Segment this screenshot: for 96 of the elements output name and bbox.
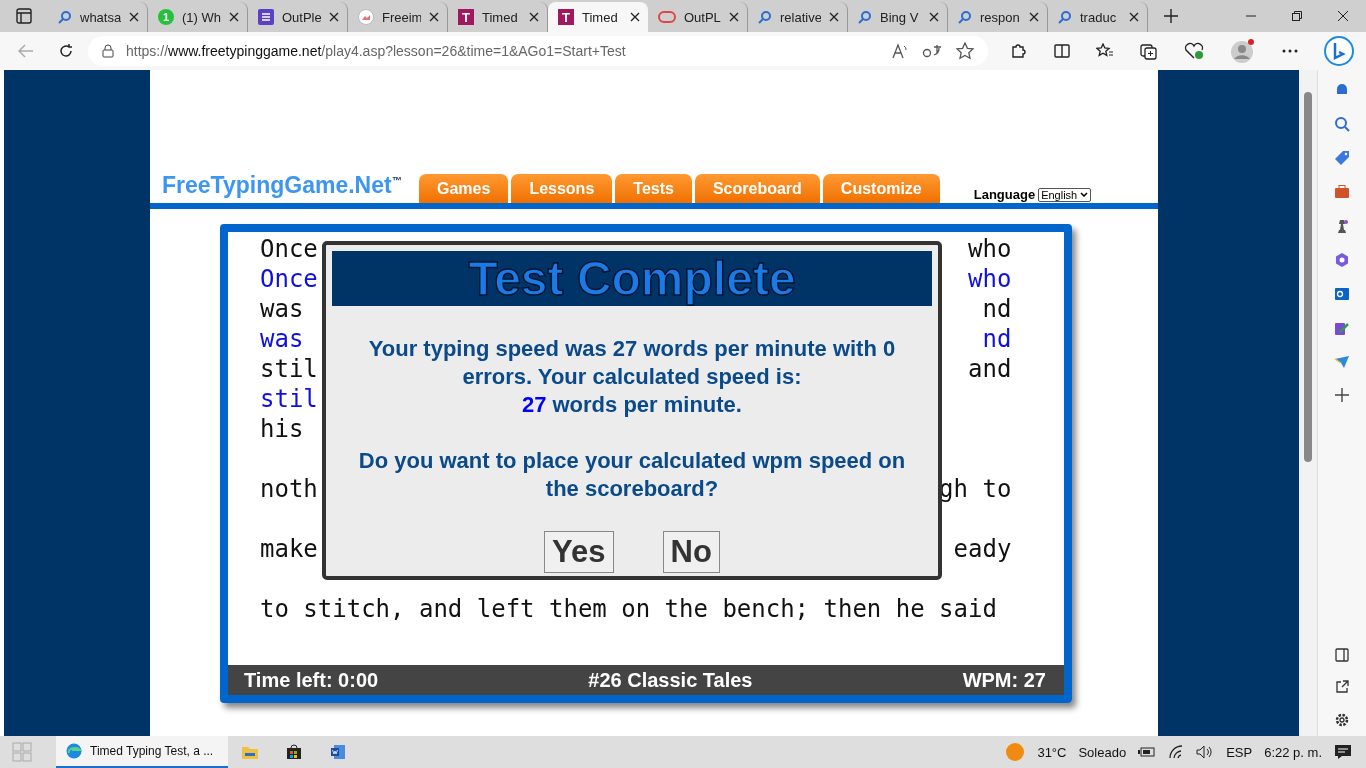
text-line: to stitch, and left them on the bench; then he said: [260, 594, 997, 624]
mail-icon[interactable]: [1334, 286, 1350, 302]
search-icon: [58, 10, 72, 24]
search-icon: [858, 10, 872, 24]
wifi-icon[interactable]: [1168, 745, 1185, 759]
text-line: gh to: [939, 474, 1012, 504]
notification-icon[interactable]: [1334, 744, 1352, 760]
tab-actions-icon[interactable]: [16, 8, 32, 24]
close-icon: [929, 12, 939, 22]
health-icon[interactable]: [1184, 42, 1204, 60]
taskbar-app[interactable]: Timed Typing Test, a ...: [56, 736, 228, 768]
search-icon[interactable]: [1334, 116, 1350, 132]
close-icon: [329, 12, 339, 22]
lesson-title: #26 Classic Tales: [588, 668, 753, 692]
close-icon[interactable]: [1338, 11, 1348, 21]
close-icon: [1129, 12, 1139, 22]
text-line: stil: [260, 354, 318, 384]
text-line: eady: [953, 534, 1012, 564]
favorites-icon[interactable]: [1096, 43, 1114, 59]
browser-icon: [66, 743, 82, 759]
search-icon: [1058, 10, 1072, 24]
text-line: stil: [260, 384, 318, 414]
sidebar-layout-icon[interactable]: [1335, 648, 1349, 662]
search-icon: [758, 10, 772, 24]
external-link-icon[interactable]: [1335, 680, 1349, 694]
close-icon: [229, 12, 239, 22]
site-logo-icon: T: [458, 9, 474, 25]
split-screen-icon[interactable]: [1054, 43, 1070, 59]
collections-icon[interactable]: [1140, 42, 1158, 60]
document-icon[interactable]: [330, 744, 346, 760]
store-bag-icon[interactable]: [286, 744, 302, 760]
question-text: Do you want to place your calculated wpm speed on the scoreboard?: [357, 447, 907, 503]
read-aloud-icon: [892, 43, 908, 59]
chat-assistant-icon[interactable]: [1324, 36, 1354, 66]
lock-icon: [102, 44, 114, 58]
text-line: nd: [982, 294, 1012, 324]
clock-text[interactable]: 6:22 p. m.: [1264, 744, 1322, 760]
battery-icon[interactable]: [1138, 746, 1157, 758]
text-line: Once: [260, 234, 318, 264]
text-line: his: [260, 414, 304, 444]
pen-icon[interactable]: [1334, 320, 1350, 336]
volume-icon[interactable]: [1196, 745, 1215, 759]
new-tab-icon[interactable]: [1164, 9, 1178, 23]
folder-icon[interactable]: [241, 744, 259, 760]
site-logo[interactable]: FreeTypingGame.Net$^{™}$: [162, 172, 419, 199]
tag-icon[interactable]: [1334, 150, 1350, 166]
text-line: was: [260, 294, 304, 324]
more-icon[interactable]: [1282, 49, 1298, 53]
language-select[interactable]: English: [1038, 187, 1092, 202]
close-icon: [129, 12, 139, 22]
language-label: Language: [973, 187, 1036, 202]
sun-icon: [1005, 742, 1026, 762]
chevron-icon: [1080, 192, 1089, 197]
weather-text[interactable]: Soleado: [1078, 744, 1127, 760]
text-line: and: [968, 354, 1012, 384]
close-icon: [630, 12, 640, 22]
settings-icon[interactable]: [1334, 712, 1350, 728]
address-field[interactable]: https://www.freetypinggame.net/play4.asp?lesson=26&time=1&AGo1=Start+Test: [88, 36, 988, 66]
scrollbar[interactable]: [1299, 70, 1317, 736]
dialog-title: Test Complete: [332, 251, 932, 306]
restore-icon[interactable]: [1292, 11, 1302, 21]
send-icon[interactable]: [1334, 354, 1350, 370]
list-icon: [258, 9, 274, 25]
time-left-text: Time left: 0:00: [244, 668, 379, 692]
close-icon: [529, 12, 539, 22]
speed-value: 27: [522, 391, 547, 419]
answer-button[interactable]: No: [662, 531, 720, 573]
briefcase-icon[interactable]: [1334, 184, 1350, 200]
text-line: who: [968, 234, 1012, 264]
site-logo-icon: T: [558, 9, 574, 25]
hexagon-icon[interactable]: [1334, 252, 1350, 268]
text-line: Once: [260, 264, 318, 294]
text-line: was: [260, 324, 304, 354]
text-line: make: [260, 534, 318, 564]
puzzle-icon[interactable]: [1010, 42, 1028, 60]
chat-badge-icon: 1: [158, 9, 174, 25]
refresh-icon[interactable]: [58, 43, 74, 59]
close-icon: [729, 12, 739, 22]
result-message: Your typing speed was 27 words per minute with 0 errors. Your calculated speed is:: [367, 335, 897, 391]
temperature-text[interactable]: 31°C: [1037, 744, 1067, 760]
close-icon: [829, 12, 839, 22]
search-icon: [958, 10, 972, 24]
favorite-star-icon: [956, 42, 974, 60]
close-icon: [429, 12, 439, 22]
wpm-text: WPM: 27: [962, 668, 1046, 692]
profile-avatar-icon[interactable]: [1230, 38, 1256, 64]
browser-tab[interactable]: T Timed: [548, 2, 648, 32]
image-icon: [358, 9, 374, 25]
text-line: nd: [982, 324, 1012, 354]
input-language-text[interactable]: ESP: [1226, 744, 1253, 760]
add-icon[interactable]: [1335, 388, 1349, 402]
close-icon: [1029, 12, 1039, 22]
speed-unit-text: words per minute.: [552, 391, 742, 419]
text-line: noth: [260, 474, 318, 504]
answer-button[interactable]: Yes: [544, 531, 614, 573]
text-line: who: [968, 264, 1012, 294]
